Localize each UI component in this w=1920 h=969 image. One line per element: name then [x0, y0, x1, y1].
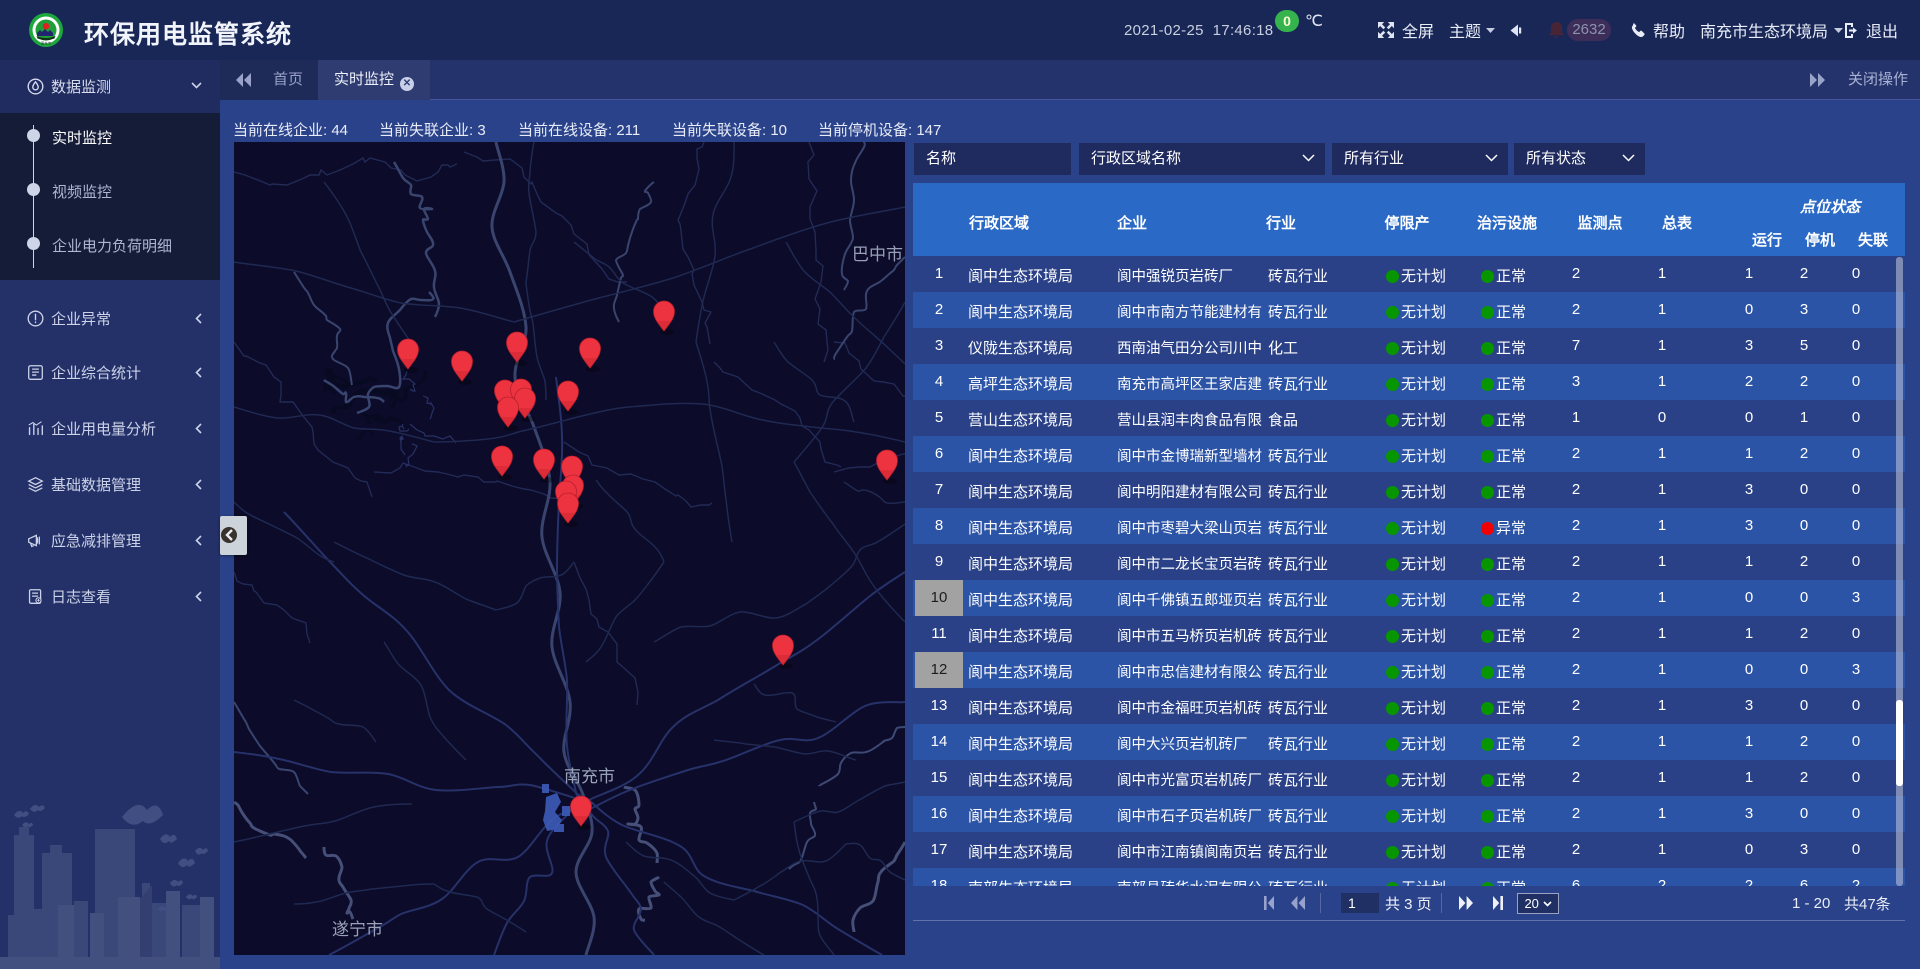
svg-text:南充市: 南充市 — [41, 41, 52, 46]
svg-text:巴中市: 巴中市 — [852, 245, 903, 264]
svg-text:遂宁市: 遂宁市 — [332, 920, 383, 939]
svg-text:南充市: 南充市 — [564, 767, 615, 786]
